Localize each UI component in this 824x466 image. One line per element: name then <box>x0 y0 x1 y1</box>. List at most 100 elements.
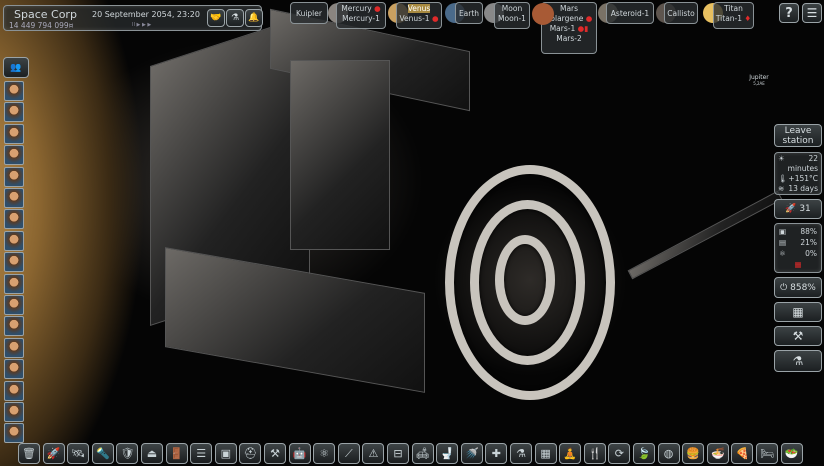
sun-icon: ☀ <box>778 154 785 164</box>
colony-titan-1[interactable]: Titan-1 <box>716 14 742 23</box>
planet-titan[interactable]: TitanTitan-1 ♦ <box>713 2 754 29</box>
game-datetime: 20 September 2054, 23:20 <box>92 10 200 19</box>
toolbar-button[interactable]: 🔦 <box>92 443 114 464</box>
ring-habitat-core <box>495 235 555 325</box>
toolbar-button[interactable]: ⚗ <box>510 443 532 464</box>
staff-icon[interactable]: 👥 <box>3 57 29 78</box>
toolbar-button[interactable]: 🥗 <box>781 443 803 464</box>
handshake-icon[interactable]: 🤝 <box>207 9 225 27</box>
toolbar-button[interactable]: 🗑 <box>18 443 40 464</box>
toolbar-button[interactable]: 🚽 <box>436 443 458 464</box>
toolbar-button[interactable]: ⚠ <box>362 443 384 464</box>
toolbar-button[interactable]: 🤖 <box>289 443 311 464</box>
power-button[interactable]: ⏻ 858% <box>774 277 822 298</box>
alert-icon: ▦ <box>779 259 817 270</box>
staff-avatar[interactable] <box>4 381 24 401</box>
toolbar-button[interactable]: 🚿 <box>461 443 483 464</box>
toolbar-button[interactable]: 🍴 <box>584 443 606 464</box>
toolbar-button[interactable]: 🍕 <box>731 443 753 464</box>
staff-avatar[interactable] <box>4 102 24 122</box>
colony-mercury-1[interactable]: Mercury-1 <box>342 14 380 23</box>
colony-venus-1[interactable]: Venus-1 <box>400 14 430 23</box>
toolbar-button[interactable]: 🚀 <box>43 443 65 464</box>
flask-icon[interactable]: ⚗ <box>226 9 244 27</box>
toolbar-button[interactable]: ☰ <box>190 443 212 464</box>
rockets-button[interactable]: 🚀 31 <box>774 199 822 219</box>
planet-kuipler[interactable]: Kuipler <box>290 2 328 24</box>
toolbar-button[interactable]: ▣ <box>215 443 237 464</box>
building-icon: ▦ <box>792 305 803 319</box>
staff-avatar[interactable] <box>4 252 24 272</box>
battery-icon: ▣ <box>779 226 786 237</box>
staff-avatar[interactable] <box>4 167 24 187</box>
toolbar-button[interactable]: 🧘 <box>559 443 581 464</box>
toolbar-button[interactable]: 🛏 <box>756 443 778 464</box>
company-money: 14 449 794 099¤ <box>9 21 73 30</box>
staff-avatar[interactable] <box>4 423 24 443</box>
staff-avatar[interactable] <box>4 231 24 251</box>
toolbar-button[interactable]: 🍃 <box>633 443 655 464</box>
toolbar-button[interactable]: ✚ <box>485 443 507 464</box>
tools-icon: ⚒ <box>793 329 804 343</box>
toolbar-button[interactable]: 🛰 <box>67 443 89 464</box>
staff-avatar[interactable] <box>4 402 24 422</box>
staff-avatar[interactable] <box>4 188 24 208</box>
planet-mercury[interactable]: Mercury ●Mercury-1 <box>336 2 386 29</box>
staff-avatar[interactable] <box>4 81 24 101</box>
colony-mars-1[interactable]: Mars-1 <box>550 24 576 33</box>
toolbar-button[interactable]: ⊟ <box>387 443 409 464</box>
building-button[interactable]: ▦ <box>774 302 822 322</box>
speed-controls[interactable]: II ▶ ▶ ▶ <box>132 22 151 28</box>
planet-asteroid-1[interactable]: Asteroid-1 <box>606 2 654 24</box>
toolbar-button[interactable]: 🛋 <box>412 443 434 464</box>
station-scene <box>0 0 824 466</box>
toolbar-button[interactable]: ⚒ <box>264 443 286 464</box>
tank-icon: ▤ <box>779 237 786 248</box>
flask-icon: ⚗ <box>793 354 804 368</box>
tools-button[interactable]: ⚒ <box>774 326 822 346</box>
station-panel <box>290 60 390 250</box>
mars-orb <box>532 3 554 25</box>
staff-avatar[interactable] <box>4 295 24 315</box>
toolbar-button[interactable]: ▦ <box>535 443 557 464</box>
toolbar-button[interactable]: ⛑ <box>239 443 261 464</box>
toolbar-button[interactable]: ⟋ <box>338 443 360 464</box>
staff-avatar[interactable] <box>4 209 24 229</box>
staff-avatar[interactable] <box>4 338 24 358</box>
wind-icon: ≋ <box>778 184 784 194</box>
bell-icon[interactable]: 🔔 <box>245 9 263 27</box>
menu-button[interactable]: ☰ <box>802 3 822 23</box>
planet-callisto[interactable]: Callisto <box>664 2 698 24</box>
lab-button[interactable]: ⚗ <box>774 350 822 372</box>
staff-avatar[interactable] <box>4 316 24 336</box>
company-name: Space Corp <box>14 8 77 21</box>
toolbar-button[interactable]: 🍔 <box>682 443 704 464</box>
planet-earth[interactable]: Earth <box>455 2 483 24</box>
colony-mars-2[interactable]: Mars-2 <box>556 34 582 43</box>
staff-avatar[interactable] <box>4 274 24 294</box>
rocket-icon: 🚀 <box>785 204 796 214</box>
planet-moon[interactable]: MoonMoon-1 <box>494 2 530 29</box>
toolbar-button[interactable]: ⟳ <box>608 443 630 464</box>
toolbar-button[interactable]: ⚛ <box>313 443 335 464</box>
help-button[interactable]: ? <box>779 3 799 23</box>
toolbar-button[interactable]: 🛡 <box>116 443 138 464</box>
atom-icon: ⚛ <box>779 248 786 259</box>
leave-station-button[interactable]: Leave station <box>774 124 822 147</box>
company-panel: Space Corp 14 449 794 099¤ 20 September … <box>3 5 262 31</box>
thermometer-icon: 🌡 <box>778 174 788 184</box>
resources-panel[interactable]: ▣88% ▤21% ⚛0% ▦ <box>774 223 822 273</box>
staff-avatar[interactable] <box>4 124 24 144</box>
toolbar-button[interactable]: ⏏ <box>141 443 163 464</box>
toolbar-button[interactable]: 🚪 <box>166 443 188 464</box>
jupiter-label[interactable]: Jupiter5,2AE <box>746 74 772 86</box>
climate-panel: ☀22 minutes 🌡+151°C ≋13 days <box>774 152 822 195</box>
solar-arm <box>628 191 783 280</box>
toolbar-button[interactable]: 🍜 <box>707 443 729 464</box>
power-icon: ⏻ <box>780 283 787 293</box>
toolbar-button[interactable]: ◍ <box>658 443 680 464</box>
staff-avatar[interactable] <box>4 359 24 379</box>
staff-avatar[interactable] <box>4 145 24 165</box>
colony-moon-1[interactable]: Moon-1 <box>498 14 526 23</box>
planet-venus[interactable]: VenusVenus-1 ● <box>396 2 442 29</box>
